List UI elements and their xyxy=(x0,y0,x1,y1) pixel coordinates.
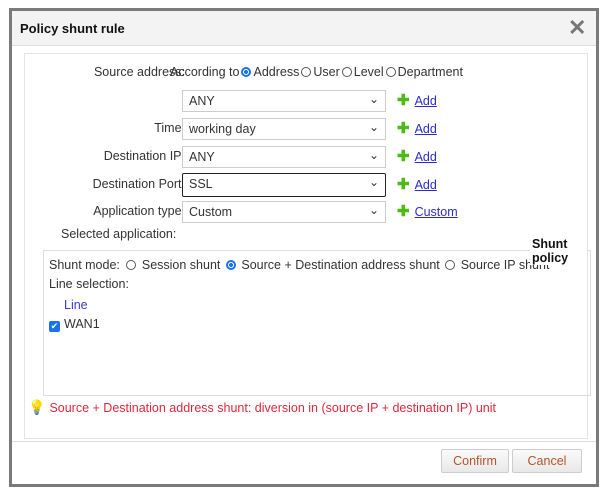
application-type-label: Application type: xyxy=(93,204,185,218)
checkbox-checked-icon[interactable]: ✔ xyxy=(49,321,60,332)
dialog-title: Policy shunt rule xyxy=(20,21,125,36)
radio-user-label: User xyxy=(313,65,340,79)
radio-department-label: Department xyxy=(397,65,463,79)
radio-level-label: Level xyxy=(353,65,384,79)
shunt-policy-fieldset: Shunt mode: Session shunt Source + Desti… xyxy=(43,250,591,396)
select-value: Custom xyxy=(189,205,233,219)
hint-message: Source + Destination address shunt: dive… xyxy=(49,401,496,415)
radio-department[interactable] xyxy=(385,67,396,77)
radio-source-destination-shunt[interactable] xyxy=(225,260,236,270)
select-value: working day xyxy=(189,122,256,136)
add-label: Add xyxy=(414,150,437,164)
source-radio-group: According to Address User Level Department xyxy=(170,65,463,79)
source-add-link[interactable]: ✚ Add xyxy=(397,91,437,109)
plus-icon: ✚ xyxy=(397,120,410,137)
session-shunt-label: Session shunt xyxy=(141,258,221,272)
destination-ip-add-link[interactable]: ✚ Add xyxy=(397,147,437,165)
chevron-down-icon: ⌄ xyxy=(368,175,379,189)
shunt-mode-row: Shunt mode: Session shunt Source + Desti… xyxy=(49,258,549,272)
select-value: ANY xyxy=(189,150,215,164)
destination-port-label: Destination Port: xyxy=(92,177,185,191)
select-value: ANY xyxy=(189,94,215,108)
line-label: WAN1 xyxy=(64,317,100,331)
lightbulb-icon: 💡 xyxy=(28,399,46,415)
line-column-header: Line xyxy=(64,298,88,312)
time-add-link[interactable]: ✚ Add xyxy=(397,119,437,137)
destination-ip-select[interactable]: ANY ⌄ xyxy=(182,146,386,168)
radio-address-label: Address xyxy=(253,65,300,79)
destination-port-add-link[interactable]: ✚ Add xyxy=(397,175,437,193)
radio-source-ip-shunt[interactable] xyxy=(445,260,456,270)
close-icon[interactable]: ✕ xyxy=(568,15,586,41)
line-selection-label: Line selection: xyxy=(49,277,129,291)
radio-session-shunt[interactable] xyxy=(126,260,137,270)
custom-label: Custom xyxy=(414,205,458,219)
shunt-policy-legend: Shunt policy xyxy=(530,237,587,265)
source-destination-shunt-label: Source + Destination address shunt xyxy=(241,258,440,272)
add-label: Add xyxy=(414,94,437,108)
destination-ip-label: Destination IP: xyxy=(103,149,185,163)
add-label: Add xyxy=(414,178,437,192)
plus-icon: ✚ xyxy=(397,148,410,165)
destination-port-select[interactable]: SSL ⌄ xyxy=(182,173,386,197)
shunt-mode-label: Shunt mode: xyxy=(49,258,120,272)
selected-application-label: Selected application: xyxy=(61,227,177,241)
plus-icon: ✚ xyxy=(397,92,410,109)
source-address-select[interactable]: ANY ⌄ xyxy=(182,90,386,112)
chevron-down-icon: ⌄ xyxy=(368,203,379,217)
cancel-button[interactable]: Cancel xyxy=(512,449,582,473)
radio-level[interactable] xyxy=(341,67,352,77)
footer-divider xyxy=(12,441,596,442)
radio-address[interactable] xyxy=(241,67,252,77)
chevron-down-icon: ⌄ xyxy=(368,92,379,106)
chevron-down-icon: ⌄ xyxy=(368,120,379,134)
application-type-select[interactable]: Custom ⌄ xyxy=(182,201,386,223)
dialog-titlebar: Policy shunt rule ✕ xyxy=(12,11,596,46)
confirm-button[interactable]: Confirm xyxy=(441,449,509,473)
policy-shunt-rule-dialog: Policy shunt rule ✕ Source address: Acco… xyxy=(9,8,599,487)
line-item-wan1[interactable]: ✔ WAN1 xyxy=(49,317,100,332)
plus-icon: ✚ xyxy=(397,203,410,220)
form-panel: Source address: According to Address User L… xyxy=(24,53,591,439)
add-label: Add xyxy=(414,122,437,136)
source-address-label: Source address: xyxy=(93,65,185,79)
hint-text: 💡 Source + Destination address shunt: div… xyxy=(28,399,496,416)
time-label: Time: xyxy=(154,121,185,135)
chevron-down-icon: ⌄ xyxy=(368,148,379,162)
according-to-label: According to xyxy=(170,65,240,79)
plus-icon: ✚ xyxy=(397,176,410,193)
time-select[interactable]: working day ⌄ xyxy=(182,118,386,140)
select-value: SSL xyxy=(189,177,213,191)
custom-link[interactable]: ✚ Custom xyxy=(397,202,458,220)
radio-user[interactable] xyxy=(301,67,312,77)
